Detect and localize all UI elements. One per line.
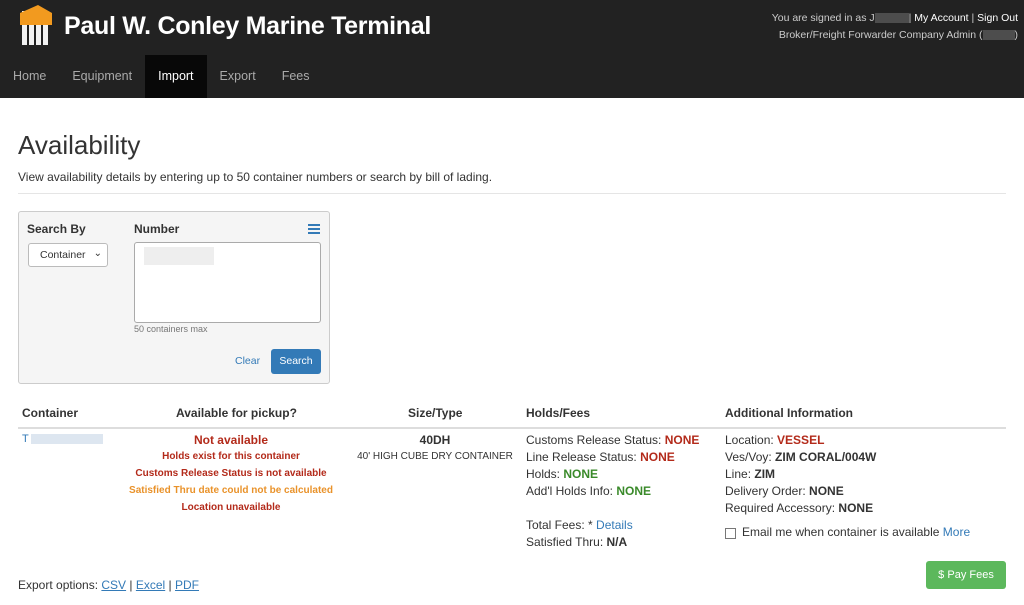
addl-holds-label: Add'l Holds Info: <box>526 484 614 498</box>
export-excel-link[interactable]: Excel <box>136 578 165 592</box>
line-release-row: Line Release Status: NONE <box>526 449 699 466</box>
holds-value: NONE <box>563 467 599 481</box>
my-account-link[interactable]: My Account <box>914 12 968 24</box>
page-description: View availability details by entering up… <box>18 170 493 184</box>
holds-label: Holds: <box>526 467 561 481</box>
chevron-down-icon: ⌄ <box>93 248 102 259</box>
satisfied-thru-row: Satisfied Thru: N/A <box>526 534 699 551</box>
total-fees-label: Total Fees: * <box>526 518 593 532</box>
delivery-order-row: Delivery Order: NONE <box>725 483 876 500</box>
customs-release-value: NONE <box>664 433 700 447</box>
nav-home[interactable]: Home <box>0 55 59 98</box>
line-value: ZIM <box>754 467 776 481</box>
user-role: Broker/Freight Forwarder Company Admin ( <box>778 29 983 41</box>
vesvoy-label: Ves/Voy: <box>725 450 772 464</box>
delivery-order-value: NONE <box>809 484 844 498</box>
satisfied-thru-label: Satisfied Thru: <box>526 535 604 549</box>
customs-release-label: Customs Release Status: <box>526 433 662 447</box>
nav-import[interactable]: Import <box>145 55 207 98</box>
location-value: VESSEL <box>777 433 825 447</box>
sign-out-link[interactable]: Sign Out <box>977 12 1018 24</box>
more-link[interactable]: More <box>943 525 970 539</box>
availability-note: Satisfied Thru date could not be calcula… <box>129 485 333 496</box>
export-csv-link[interactable]: CSV <box>101 578 126 592</box>
export-label: Export options: <box>18 578 99 592</box>
email-notify-checkbox[interactable] <box>725 528 736 539</box>
customs-release-row: Customs Release Status: NONE <box>526 432 699 449</box>
col-header-container: Container <box>22 406 79 420</box>
export-pdf-link[interactable]: PDF <box>175 578 199 592</box>
required-accessory-label: Required Accessory: <box>725 501 836 515</box>
search-panel: Search By Container ⌄ Number 50 containe… <box>18 211 330 384</box>
top-header: Paul W. Conley Marine Terminal You are s… <box>0 0 1024 98</box>
main-nav: Home Equipment Import Export Fees <box>0 55 322 98</box>
addl-holds-value: NONE <box>616 484 652 498</box>
availability-note: Location unavailable <box>181 502 281 513</box>
nav-fees[interactable]: Fees <box>269 55 323 98</box>
search-by-value: Container <box>40 249 86 261</box>
input-hint: 50 containers max <box>134 324 208 334</box>
search-by-select[interactable]: Container ⌄ <box>28 243 108 267</box>
terminal-logo-icon <box>20 5 52 45</box>
table-header-divider <box>18 427 1006 429</box>
redacted-container-link <box>30 434 103 445</box>
vesvoy-row: Ves/Voy: ZIM CORAL/004W <box>725 449 876 466</box>
pay-fees-button[interactable]: $ Pay Fees <box>926 561 1006 589</box>
vesvoy-value: ZIM CORAL/004W <box>775 450 877 464</box>
export-options: Export options: CSV | Excel | PDF <box>18 578 200 592</box>
pay-fees-label: Pay Fees <box>947 569 994 581</box>
line-label: Line: <box>725 467 752 481</box>
location-row: Location: VESSEL <box>725 432 876 449</box>
redacted-username <box>874 13 909 24</box>
col-header-additional: Additional Information <box>725 406 853 420</box>
user-info: You are signed in as J | My Account | Sig… <box>771 12 1018 41</box>
line-release-value: NONE <box>640 450 675 464</box>
satisfied-thru-value: N/A <box>606 535 628 549</box>
required-accessory-row: Required Accessory: NONE <box>725 500 876 517</box>
col-header-available: Available for pickup? <box>176 406 297 420</box>
col-header-holds-fees: Holds/Fees <box>526 406 591 420</box>
container-number-input[interactable] <box>134 242 321 323</box>
search-button[interactable]: Search <box>271 349 321 374</box>
required-accessory-value: NONE <box>838 501 874 515</box>
list-icon[interactable] <box>308 224 320 234</box>
nav-export[interactable]: Export <box>207 55 269 98</box>
size-code: 40DH <box>419 433 451 447</box>
divider <box>18 193 1006 194</box>
col-header-size-type: Size/Type <box>408 406 463 420</box>
container-prefix: T <box>22 433 29 445</box>
additional-info-cell: Location: VESSEL Ves/Voy: ZIM CORAL/004W… <box>725 432 876 517</box>
email-notify-text: Email me when container is available <box>742 525 940 539</box>
email-notify-label: Email me when container is available Mor… <box>742 525 970 539</box>
availability-note: Customs Release Status is not available <box>135 468 327 479</box>
addl-holds-row: Add'l Holds Info: NONE <box>526 483 699 500</box>
fee-details-link[interactable]: Details <box>596 518 633 532</box>
dollar-icon: $ <box>938 569 948 581</box>
page-title: Availability <box>18 130 141 160</box>
nav-equipment[interactable]: Equipment <box>59 55 145 98</box>
clear-button[interactable]: Clear <box>235 355 260 367</box>
location-label: Location: <box>725 433 774 447</box>
line-row: Line: ZIM <box>725 466 876 483</box>
total-fees-row: Total Fees: * Details <box>526 517 699 534</box>
number-label: Number <box>134 222 180 236</box>
site-title: Paul W. Conley Marine Terminal <box>64 11 432 40</box>
brand[interactable]: Paul W. Conley Marine Terminal <box>18 5 431 47</box>
container-type: 40' HIGH CUBE DRY CONTAINER <box>357 451 513 462</box>
availability-note: Holds exist for this container <box>162 451 300 462</box>
container-number-link[interactable]: T <box>22 433 103 445</box>
holds-row: Holds: NONE <box>526 466 699 483</box>
availability-status: Not available <box>193 433 269 447</box>
delivery-order-label: Delivery Order: <box>725 484 806 498</box>
holds-fees-cell: Customs Release Status: NONE Line Releas… <box>526 432 699 551</box>
search-by-label: Search By <box>27 222 86 236</box>
redacted-company <box>982 30 1015 41</box>
redacted-container-number <box>144 247 214 265</box>
signed-in-text: You are signed in as J <box>771 12 875 24</box>
line-release-label: Line Release Status: <box>526 450 637 464</box>
